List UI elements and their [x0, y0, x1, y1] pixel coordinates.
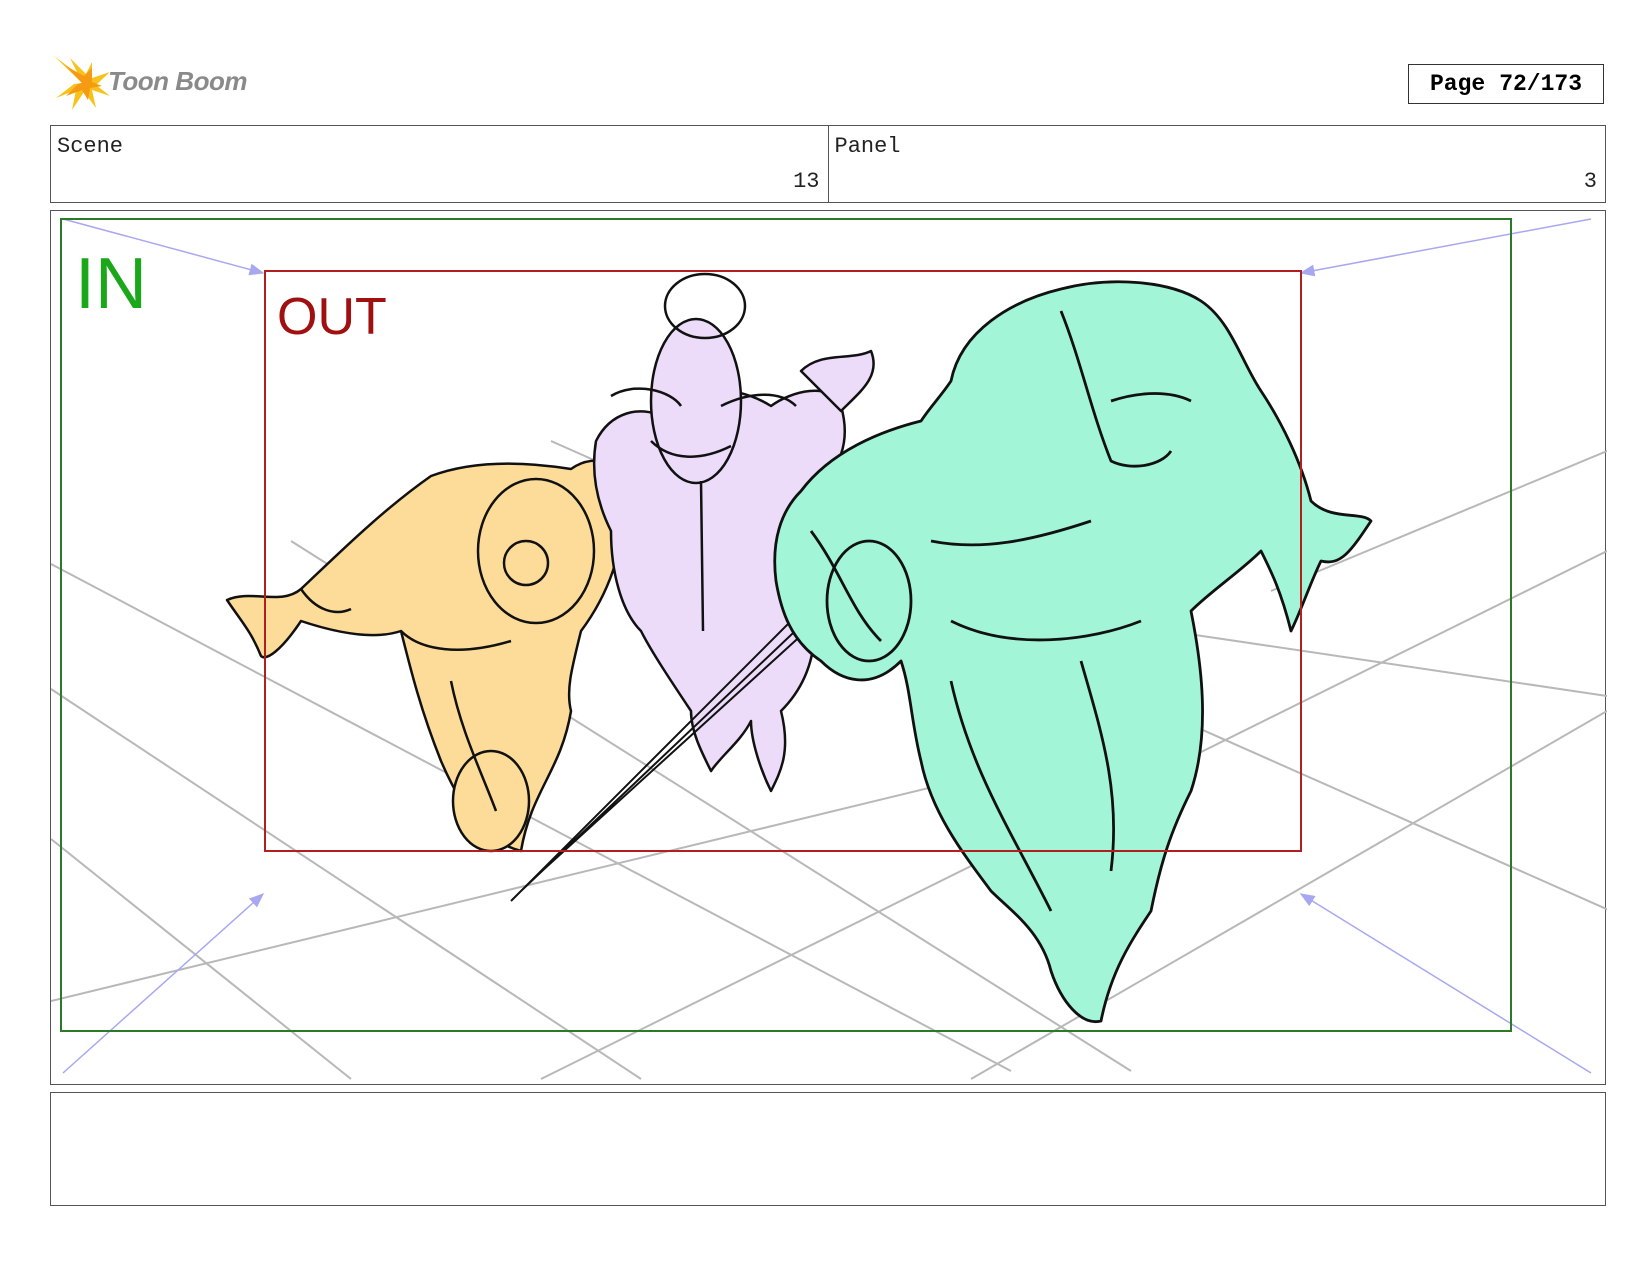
- toon-boom-logo: Toon Boom: [52, 52, 262, 114]
- panel-artwork: IN OUT: [51, 218, 1607, 1080]
- storyboard-panel: IN OUT: [50, 210, 1607, 1085]
- character-right-sketch: [773, 280, 1373, 1024]
- out-label: OUT: [277, 288, 387, 346]
- logo-text: Toon Boom: [108, 66, 247, 96]
- panel-notes-box: [50, 1092, 1606, 1206]
- panel-cell: Panel 3: [827, 126, 1606, 202]
- in-label: IN: [75, 244, 147, 324]
- scene-label: Scene: [57, 134, 124, 159]
- scene-cell: Scene 13: [51, 126, 828, 202]
- panel-label: Panel: [834, 134, 901, 159]
- logo-burst-icon: [54, 56, 110, 110]
- scene-value: 13: [793, 169, 820, 194]
- page-label: Page: [1429, 71, 1486, 97]
- scene-panel-info: Scene 13 Panel 3: [50, 125, 1606, 203]
- page-number: 72/173: [1499, 71, 1583, 97]
- character-left-sketch: [225, 459, 628, 853]
- panel-value: 3: [1583, 169, 1597, 194]
- page-counter: Page 72/173: [1408, 64, 1604, 104]
